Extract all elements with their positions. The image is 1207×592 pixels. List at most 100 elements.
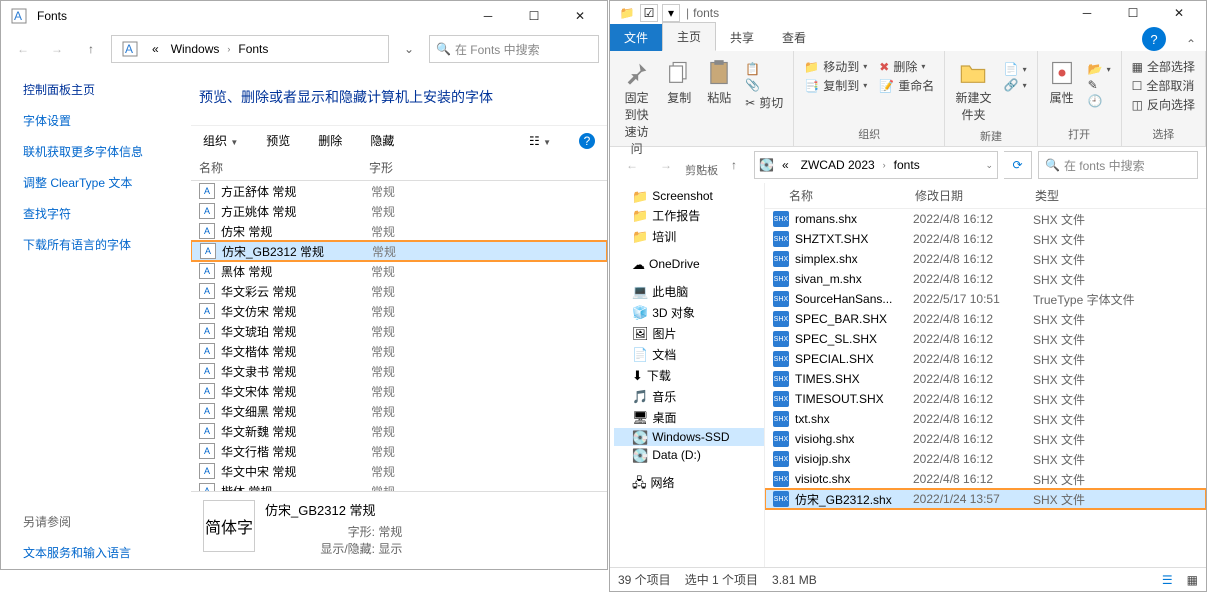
- copy-button[interactable]: 复制: [661, 57, 697, 108]
- file-row[interactable]: SHXsimplex.shx2022/4/8 16:12SHX 文件: [765, 249, 1206, 269]
- move-to-button[interactable]: 📁移动到▾: [800, 57, 871, 76]
- font-row[interactable]: A华文细黑 常规常规: [191, 401, 607, 421]
- up-button[interactable]: ↑: [720, 151, 748, 179]
- search-input[interactable]: 🔍 在 Fonts 中搜索: [429, 35, 599, 63]
- file-row[interactable]: SHXSPECIAL.SHX2022/4/8 16:12SHX 文件: [765, 349, 1206, 369]
- tree-node[interactable]: 📁工作报告: [614, 205, 764, 226]
- close-button[interactable]: ✕: [1156, 0, 1202, 28]
- tree-node[interactable]: 💽Windows-SSD: [614, 428, 764, 446]
- help-icon[interactable]: ?: [579, 133, 595, 149]
- history-button[interactable]: 🕘: [1084, 93, 1115, 109]
- invert-selection-button[interactable]: ◫反向选择: [1128, 95, 1199, 114]
- sidebar-header[interactable]: 控制面板主页: [23, 81, 183, 98]
- pin-button[interactable]: 固定到快速访问: [616, 57, 657, 159]
- crumb-ellipsis[interactable]: «: [778, 158, 793, 172]
- view-mode-button[interactable]: ☷ ▼: [529, 134, 551, 148]
- file-list[interactable]: SHXromans.shx2022/4/8 16:12SHX 文件SHXSHZT…: [765, 209, 1206, 567]
- sidebar-link[interactable]: 联机获取更多字体信息: [23, 143, 183, 160]
- hide-button[interactable]: 隐藏: [370, 132, 394, 149]
- nav-tree[interactable]: 📁Screenshot📁工作报告📁培训☁OneDrive💻此电脑🧊3D 对象🖼图…: [610, 183, 765, 567]
- tree-node[interactable]: 🖥桌面: [614, 407, 764, 428]
- file-row[interactable]: SHXvisiotc.shx2022/4/8 16:12SHX 文件: [765, 469, 1206, 489]
- crumb-ellipsis[interactable]: «: [148, 42, 163, 56]
- file-menu[interactable]: 文件: [610, 24, 662, 51]
- breadcrumb[interactable]: Fonts: [234, 42, 272, 56]
- font-row[interactable]: A方正舒体 常规常规: [191, 181, 607, 201]
- collapse-ribbon-button[interactable]: ⌃: [1176, 37, 1206, 51]
- select-all-button[interactable]: ▦全部选择: [1128, 57, 1199, 76]
- file-row[interactable]: SHXTIMES.SHX2022/4/8 16:12SHX 文件: [765, 369, 1206, 389]
- column-headers[interactable]: 名称 字形: [191, 155, 607, 181]
- file-row[interactable]: SHXSPEC_SL.SHX2022/4/8 16:12SHX 文件: [765, 329, 1206, 349]
- font-row[interactable]: A华文新魏 常规常规: [191, 421, 607, 441]
- tree-node[interactable]: 🖧网络: [614, 472, 764, 493]
- tab-view[interactable]: 查看: [768, 24, 820, 51]
- minimize-button[interactable]: ─: [1064, 0, 1110, 28]
- delete-button[interactable]: 删除: [318, 132, 342, 149]
- col-type[interactable]: 类型: [1035, 187, 1206, 204]
- qat-button[interactable]: ☑: [640, 4, 658, 22]
- file-row[interactable]: SHX仿宋_GB2312.shx2022/1/24 13:57SHX 文件: [765, 489, 1206, 509]
- forward-button[interactable]: →: [652, 151, 680, 179]
- file-row[interactable]: SHXsivan_m.shx2022/4/8 16:12SHX 文件: [765, 269, 1206, 289]
- see-also-link[interactable]: 文本服务和输入语言: [23, 544, 183, 561]
- col-name[interactable]: 名称: [199, 159, 369, 176]
- paste-shortcut-button[interactable]: 📎: [741, 77, 787, 93]
- tab-home[interactable]: 主页: [662, 22, 716, 51]
- file-row[interactable]: SHXSourceHanSans...2022/5/17 10:51TrueTy…: [765, 289, 1206, 309]
- maximize-button[interactable]: ☐: [511, 1, 557, 31]
- tree-node[interactable]: 🖼图片: [614, 323, 764, 344]
- font-row[interactable]: A仿宋_GB2312 常规常规: [191, 241, 607, 261]
- edit-button[interactable]: ✎: [1084, 77, 1115, 93]
- tree-node[interactable]: 🧊3D 对象: [614, 302, 764, 323]
- paste-button[interactable]: 粘贴: [701, 57, 737, 108]
- file-row[interactable]: SHXtxt.shx2022/4/8 16:12SHX 文件: [765, 409, 1206, 429]
- back-button[interactable]: ←: [618, 151, 646, 179]
- cut-button[interactable]: ✂剪切: [741, 93, 787, 112]
- dropdown-button[interactable]: ⌄: [395, 35, 423, 63]
- new-folder-button[interactable]: 新建文件夹: [951, 57, 995, 125]
- preview-button[interactable]: 预览: [266, 132, 290, 149]
- copy-path-button[interactable]: 📋: [741, 61, 787, 77]
- breadcrumb[interactable]: ZWCAD 2023: [797, 158, 879, 172]
- col-date[interactable]: 修改日期: [915, 187, 1035, 204]
- minimize-button[interactable]: ─: [465, 1, 511, 31]
- help-icon[interactable]: ?: [1142, 27, 1166, 51]
- easy-access-button[interactable]: 🔗▾: [1000, 77, 1031, 93]
- file-row[interactable]: SHXSPEC_BAR.SHX2022/4/8 16:12SHX 文件: [765, 309, 1206, 329]
- font-row[interactable]: A华文仿宋 常规常规: [191, 301, 607, 321]
- tree-node[interactable]: 💽Data (D:): [614, 446, 764, 464]
- font-row[interactable]: A华文琥珀 常规常规: [191, 321, 607, 341]
- font-row[interactable]: A楷体 常规常规: [191, 481, 607, 491]
- font-row[interactable]: A华文行楷 常规常规: [191, 441, 607, 461]
- tree-node[interactable]: ☁OneDrive: [614, 255, 764, 273]
- forward-button[interactable]: →: [43, 35, 71, 63]
- font-row[interactable]: A华文隶书 常规常规: [191, 361, 607, 381]
- breadcrumb[interactable]: fonts: [890, 158, 924, 172]
- rename-button[interactable]: 📝重命名: [875, 76, 938, 95]
- col-name[interactable]: 名称: [789, 187, 915, 204]
- tree-node[interactable]: 📄文档: [614, 344, 764, 365]
- tree-node[interactable]: ⬇下载: [614, 365, 764, 386]
- sidebar-link[interactable]: 下载所有语言的字体: [23, 236, 183, 253]
- qat-button[interactable]: ▾: [662, 4, 680, 22]
- sidebar-link[interactable]: 调整 ClearType 文本: [23, 174, 183, 191]
- up-button[interactable]: ↑: [77, 35, 105, 63]
- details-view-icon[interactable]: ☰: [1162, 573, 1173, 587]
- file-row[interactable]: SHXSHZTXT.SHX2022/4/8 16:12SHX 文件: [765, 229, 1206, 249]
- font-row[interactable]: A华文宋体 常规常规: [191, 381, 607, 401]
- tree-node[interactable]: 📁培训: [614, 226, 764, 247]
- font-list[interactable]: A方正舒体 常规常规A方正姚体 常规常规A仿宋 常规常规A仿宋_GB2312 常…: [191, 181, 607, 491]
- properties-button[interactable]: 属性: [1044, 57, 1080, 108]
- file-row[interactable]: SHXTIMESOUT.SHX2022/4/8 16:12SHX 文件: [765, 389, 1206, 409]
- address-bar[interactable]: 💽 « ZWCAD 2023 › fonts ⌄: [754, 151, 998, 179]
- maximize-button[interactable]: ☐: [1110, 0, 1156, 28]
- recent-dropdown[interactable]: ⌄: [686, 151, 714, 179]
- breadcrumb[interactable]: Windows: [167, 42, 224, 56]
- font-row[interactable]: A仿宋 常规常规: [191, 221, 607, 241]
- search-input[interactable]: 🔍 在 fonts 中搜索: [1038, 151, 1198, 179]
- back-button[interactable]: ←: [9, 35, 37, 63]
- tree-node[interactable]: 💻此电脑: [614, 281, 764, 302]
- tree-node[interactable]: 🎵音乐: [614, 386, 764, 407]
- file-row[interactable]: SHXvisiohg.shx2022/4/8 16:12SHX 文件: [765, 429, 1206, 449]
